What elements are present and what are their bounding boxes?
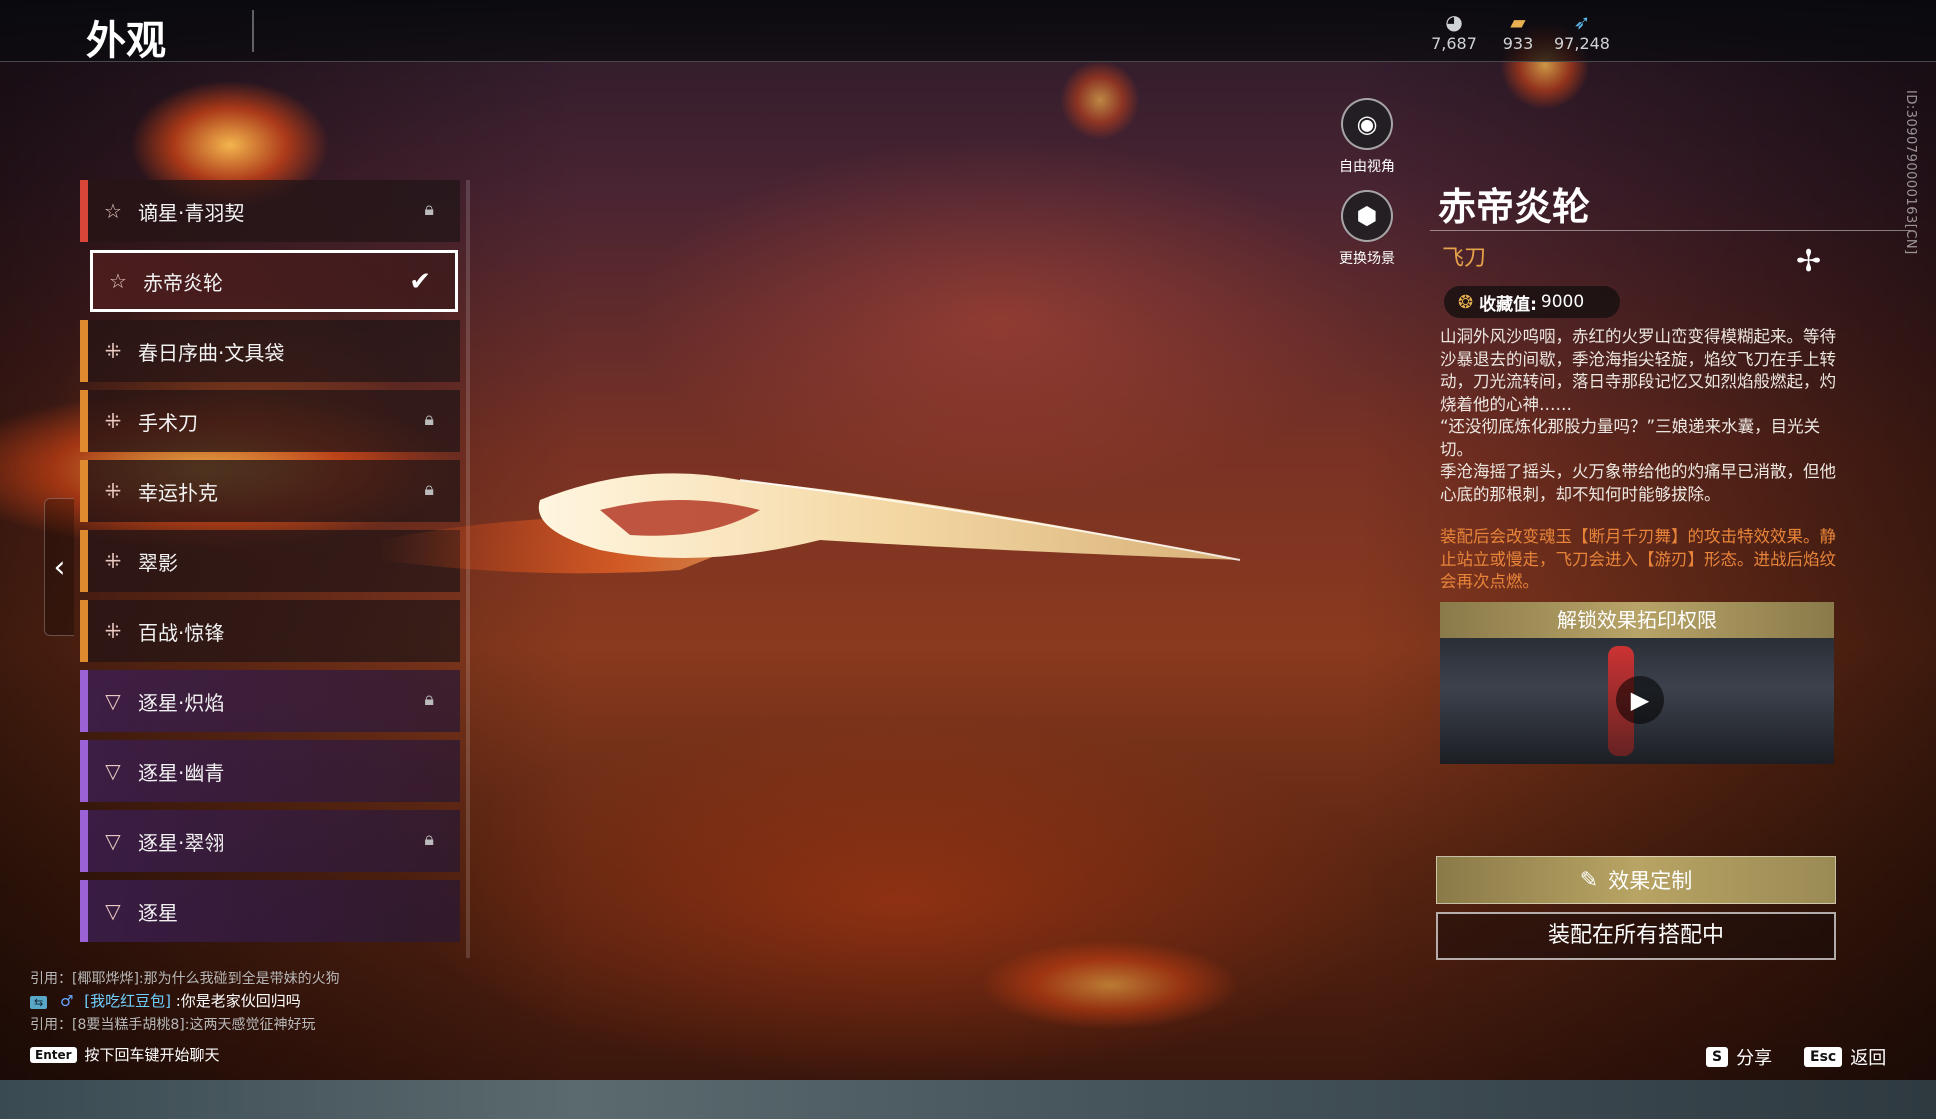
background-strip [0, 1080, 1936, 1119]
currency-value: 933 [1502, 34, 1534, 53]
item-effect-text: 装配后会改变魂玉【断月千刃舞】的攻击特效效果。静止站立或慢走，飞刀会进入【游刃】… [1440, 527, 1836, 591]
item-label: 百战·惊锋 [138, 620, 225, 645]
item-label: 谪星·青羽契 [138, 200, 245, 225]
list-item[interactable]: ▽ 逐星·炽焰 🔒︎ [80, 670, 460, 732]
currency-counter: ➶ 97,248 [1552, 10, 1612, 53]
item-description: 山洞外风沙呜咽，赤红的火罗山峦变得模糊起来。等待沙暴退去的间歇，季沧海指尖轻旋，… [1440, 327, 1836, 504]
collection-value-badge: ❂ 收藏值: 9000 [1444, 286, 1620, 318]
free-view-button[interactable]: ◉ 自由视角 [1322, 98, 1412, 176]
chat-message[interactable]: ⇆ ♂ [我吃红豆包] :你是老家伙回归吗 [30, 990, 301, 1011]
enter-hint-label: 按下回车键开始聊天 [84, 1046, 220, 1064]
chat-channel-icon: ⇆ [30, 996, 48, 1009]
preview-video[interactable]: ▶ [1440, 638, 1834, 764]
customize-label: 效果定制 [1608, 869, 1693, 893]
esc-key: Esc [1804, 1047, 1843, 1067]
feather-currency-icon: ➶ [1573, 10, 1591, 34]
share-button[interactable]: S 分享 [1706, 1044, 1772, 1070]
item-label: 春日序曲·文具袋 [138, 340, 285, 365]
lock-icon: 🔒︎ [424, 409, 434, 430]
item-label: 逐星·翠翎 [138, 830, 225, 855]
rarity-star-icon: ⁜ [104, 549, 122, 573]
equip-all-button[interactable]: 装配在所有搭配中 [1436, 912, 1836, 960]
list-item[interactable]: ⁜ 百战·惊锋 [80, 600, 460, 662]
flame-flare [980, 940, 1240, 1030]
item-label: 翠影 [138, 550, 178, 575]
move-arrows-icon[interactable]: ✢ [1796, 244, 1821, 279]
rarity-star-icon: ▽ [105, 689, 121, 713]
item-label: 赤帝炎轮 [143, 270, 223, 295]
back-button[interactable]: Esc 返回 [1804, 1044, 1886, 1070]
share-label: 分享 [1736, 1048, 1773, 1069]
back-label: 返回 [1850, 1048, 1887, 1069]
chat-enter-hint[interactable]: Enter 按下回车键开始聊天 [30, 1044, 220, 1065]
change-scene-label: 更换场景 [1339, 251, 1395, 267]
flame-flare [1060, 60, 1140, 140]
top-bar: 外观 ◕ 7,687 ▰ 933 ➶ 97,248 [0, 0, 1936, 64]
lock-icon: 🔒︎ [424, 689, 434, 710]
lock-icon: 🔒︎ [424, 829, 434, 850]
list-item[interactable]: ☆ 赤帝炎轮 ✔ [90, 250, 458, 312]
list-item[interactable]: ▽ 逐星 [80, 880, 460, 942]
egg-currency-icon: ◕ [1445, 10, 1463, 34]
collection-icon: ❂ [1458, 291, 1474, 313]
rarity-star-icon: ☆ [104, 199, 122, 223]
list-item[interactable]: ▽ 逐星·翠翎 🔒︎ [80, 810, 460, 872]
brush-icon: ✎ [1579, 867, 1599, 893]
collapse-list-button[interactable]: ‹ [44, 498, 74, 636]
lock-icon: 🔒︎ [424, 199, 434, 220]
rarity-star-icon: ⁜ [104, 339, 122, 363]
rarity-star-icon: ▽ [105, 829, 121, 853]
rarity-star-icon: ☆ [109, 269, 127, 293]
check-icon: ✔ [409, 267, 431, 297]
flying-blade-weapon-model[interactable] [380, 440, 1260, 600]
page-title: 外观 [86, 18, 166, 64]
list-item[interactable]: ⁜ 春日序曲·文具袋 [80, 320, 460, 382]
scene-cube-icon: ⬢ [1341, 190, 1393, 242]
free-view-label: 自由视角 [1339, 159, 1395, 175]
preview-title: 解锁效果拓印权限 [1440, 602, 1834, 638]
rarity-star-icon: ▽ [105, 899, 121, 923]
effect-customize-button[interactable]: ✎ 效果定制 [1436, 856, 1836, 904]
rarity-star-icon: ⁜ [104, 409, 122, 433]
chat-quote-line: 引用：[椰耶烨烨]:那为什么我碰到全是带妹的火狗 [30, 971, 340, 987]
change-scene-button[interactable]: ⬢ 更换场景 [1322, 190, 1412, 268]
enter-key: Enter [30, 1046, 77, 1063]
title-divider [252, 10, 254, 52]
chat-quote-line: 引用：[8要当糕手胡桃8]:这两天感觉征神好玩 [30, 1017, 316, 1033]
camera-icon: ◉ [1341, 98, 1393, 150]
collection-value: 9000 [1540, 292, 1585, 312]
play-icon[interactable]: ▶ [1616, 676, 1664, 724]
effect-preview-card[interactable]: 解锁效果拓印权限 ▶ [1440, 602, 1834, 764]
currency-value: 97,248 [1554, 34, 1610, 53]
chat-sender-name[interactable]: [我吃红豆包] [84, 992, 171, 1010]
rarity-star-icon: ⁜ [104, 479, 122, 503]
chevron-left-icon: ‹ [53, 549, 66, 585]
divider [1430, 230, 1910, 231]
list-item[interactable]: ☆ 谪星·青羽契 🔒︎ [80, 180, 460, 242]
item-label: 逐星·幽青 [138, 760, 225, 785]
share-key: S [1706, 1047, 1729, 1067]
list-item[interactable]: ▽ 逐星·幽青 [80, 740, 460, 802]
item-type: 飞刀 [1442, 246, 1487, 271]
item-label: 逐星 [138, 900, 178, 925]
currency-value: 7,687 [1431, 34, 1477, 53]
currency-counter: ▰ 933 [1488, 10, 1548, 53]
item-label: 逐星·炽焰 [138, 690, 225, 715]
male-icon: ♂ [60, 992, 74, 1010]
currency-counter: ◕ 7,687 [1424, 10, 1484, 53]
item-label: 幸运扑克 [138, 480, 218, 505]
rarity-star-icon: ▽ [105, 759, 121, 783]
item-name: 赤帝炎轮 [1438, 185, 1591, 229]
collection-label: 收藏值: [1479, 294, 1537, 315]
rarity-star-icon: ⁜ [104, 619, 122, 643]
item-label: 手术刀 [138, 410, 198, 435]
player-id-text: ID:3090790000163[CN] [1903, 90, 1918, 255]
chest-currency-icon: ▰ [1510, 10, 1526, 34]
chat-message-text: :你是老家伙回归吗 [175, 992, 301, 1010]
